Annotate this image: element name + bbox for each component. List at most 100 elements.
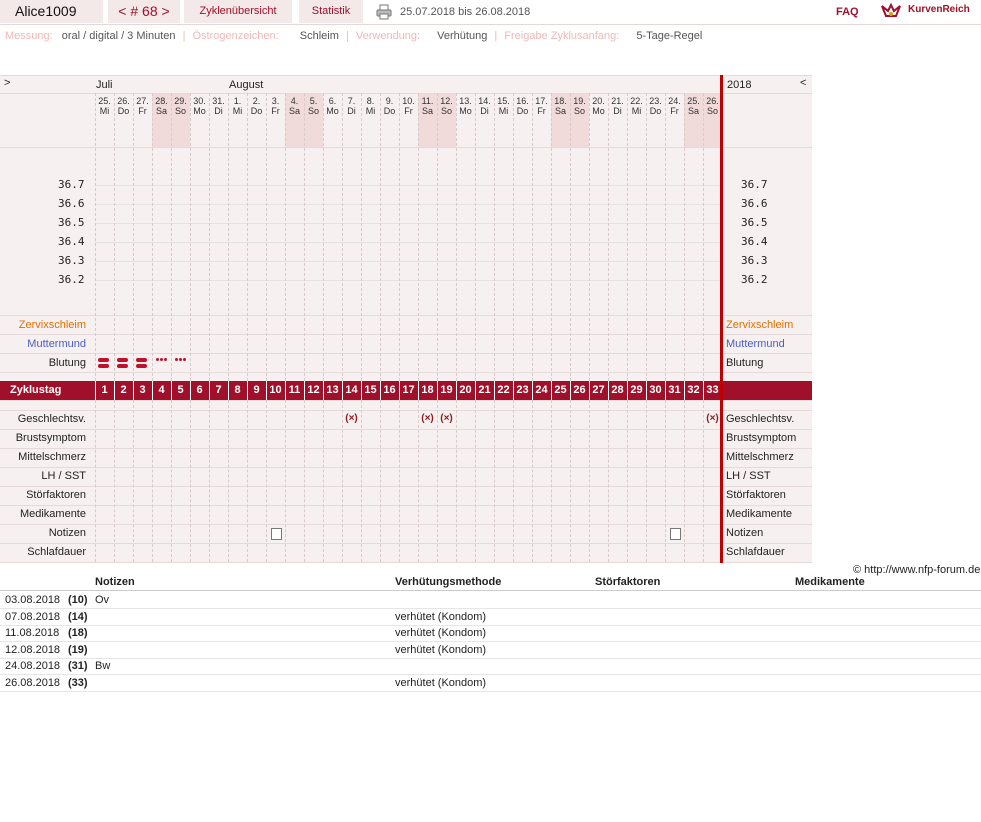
temp-tick-label-right: 36.6 (741, 197, 768, 210)
weekday: Do (516, 106, 529, 116)
cycle-day-divider (589, 381, 590, 400)
print-icon[interactable] (376, 4, 392, 20)
day-number: 6. (328, 96, 337, 106)
chart-row-bg (0, 429, 812, 448)
weekday: Sa (155, 106, 167, 116)
grid-vline (646, 400, 647, 562)
grid-vline (684, 400, 685, 562)
day-number: 13. (459, 96, 472, 106)
temp-tick-label: 36.2 (58, 273, 85, 286)
grid-vline (646, 93, 647, 381)
grid-vline (266, 400, 267, 562)
cycle-day-number: 24 (535, 384, 548, 396)
cycle-day-number: 25 (554, 384, 567, 396)
table-row: 26.08.2018 (33) verhütet (Kondom) (0, 675, 981, 692)
grid-vline (247, 93, 248, 381)
measure-value: oral / digital / 3 Minuten (61, 30, 176, 42)
day-number: 1. (233, 96, 242, 106)
bleeding-heavy-mark (136, 358, 147, 362)
bleeding-light-mark (179, 358, 182, 361)
cycle-day-divider (399, 381, 400, 400)
grid-vline (285, 93, 286, 381)
cycle-day-divider (133, 381, 134, 400)
row-method: verhütet (Kondom) (395, 677, 487, 689)
day-number: 12. (440, 96, 453, 106)
note-icon[interactable] (670, 528, 681, 540)
bleeding-light-mark (164, 358, 167, 361)
chart-row-bg (0, 543, 812, 562)
col-header-medication: Medikamente (795, 576, 865, 588)
row-cycle-day: (18) (68, 627, 88, 640)
weekday: Fr (670, 106, 679, 116)
logo-icon (881, 2, 901, 17)
weekday: Di (214, 106, 223, 116)
label-medication-right: Medikamente (726, 508, 793, 520)
estrogen-label: Östrogenzeichen: (192, 30, 279, 42)
cycle-navigator[interactable]: < # 68 > (108, 0, 180, 23)
cycle-day-number: 1 (101, 384, 108, 396)
grid-vline (494, 400, 495, 562)
grid-vline (190, 93, 191, 381)
intercourse-mark[interactable]: (×) (418, 413, 437, 424)
grid-vline (171, 93, 172, 381)
bleeding-light-mark (183, 358, 186, 361)
day-number: 16. (516, 96, 529, 106)
copyright[interactable]: © http://www.nfp-forum.de (853, 564, 980, 576)
label-notes-right: Notizen (726, 527, 764, 539)
grid-vline (475, 93, 476, 381)
col-header-disturb: Störfaktoren (595, 576, 661, 588)
grid-vline (228, 400, 229, 562)
weekday: Mi (99, 106, 110, 116)
intercourse-mark[interactable]: (×) (342, 413, 361, 424)
label-breast-right: Brustsymptom (726, 432, 797, 444)
cycle-day-number: 5 (177, 384, 184, 396)
cycle-day-number: 14 (345, 384, 358, 396)
label-sex-right: Geschlechtsv. (726, 413, 795, 425)
note-icon[interactable] (271, 528, 282, 540)
cycle-day-divider (228, 381, 229, 400)
day-number: 11. (421, 96, 434, 106)
cycle-day-number: 7 (215, 384, 222, 396)
row-cycle-day: (14) (68, 610, 88, 623)
weekday: Mi (631, 106, 642, 116)
grid-vline (133, 93, 134, 381)
grid-hline (0, 429, 812, 430)
faq-link[interactable]: FAQ (836, 6, 859, 18)
grid-hline (0, 147, 812, 148)
row-date: 26.08.2018 (5, 677, 61, 689)
cycle-day-divider (323, 381, 324, 400)
tab-statistics[interactable]: Statistik (299, 0, 363, 23)
intercourse-mark[interactable]: (×) (437, 413, 456, 424)
chart-prev-button[interactable]: > (4, 77, 10, 89)
cycle-day-number: 19 (440, 384, 453, 396)
temp-tick-label-right: 36.7 (741, 178, 768, 191)
grid-vline (266, 93, 267, 381)
cycle-day-number: 13 (326, 384, 339, 396)
weekday: Sa (288, 106, 300, 116)
grid-vline (361, 400, 362, 562)
tab-cycle-overview[interactable]: Zyklenübersicht (184, 0, 292, 23)
cycle-day-divider (304, 381, 305, 400)
cycle-day-divider (494, 381, 495, 400)
day-number: 25. (687, 96, 700, 106)
grid-vline (589, 93, 590, 381)
label-bleeding: Blutung (48, 357, 86, 369)
username: Alice1009 (0, 0, 103, 23)
bleeding-heavy-mark (117, 358, 128, 362)
grid-vline (627, 400, 628, 562)
weekday: Mo (592, 106, 605, 116)
grid-vline (608, 400, 609, 562)
grid-vline (703, 400, 704, 562)
label-cervix: Muttermund (27, 338, 86, 350)
grid-vline (247, 400, 248, 562)
weekday: Sa (687, 106, 699, 116)
grid-vline (570, 400, 571, 562)
chart-next-button[interactable]: < (800, 77, 806, 89)
label-midpain: Mittelschmerz (18, 451, 86, 463)
cycle-day-number: 10 (269, 384, 282, 396)
day-number: 25. (98, 96, 111, 106)
chart-row-bg (0, 353, 812, 372)
row-cycle-day: (31) (68, 660, 88, 673)
cycle-day-number: 32 (687, 384, 700, 396)
bleeding-light-mark (160, 358, 163, 361)
